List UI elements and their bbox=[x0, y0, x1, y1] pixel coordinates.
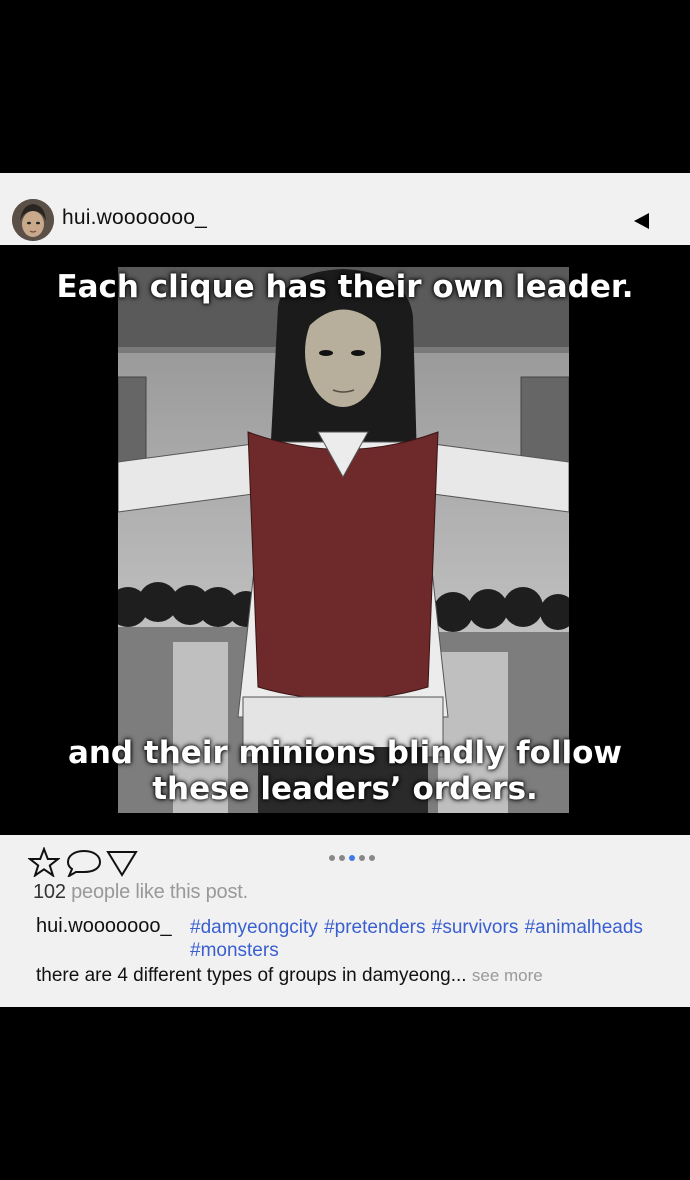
share-triangle-icon[interactable] bbox=[106, 847, 138, 877]
post-description: there are 4 different types of groups in… bbox=[36, 965, 543, 987]
see-more-link[interactable]: see more bbox=[472, 966, 543, 985]
carousel-indicator[interactable] bbox=[329, 855, 375, 861]
post-card: hui.wooooooo_ Each clique has their own … bbox=[0, 173, 690, 1007]
caption-bottom: and their minions blindly follow these l… bbox=[67, 735, 623, 807]
caption-top: Each clique has their own leader. bbox=[56, 269, 634, 305]
caption-username[interactable]: hui.wooooooo_ bbox=[36, 915, 172, 938]
back-arrow-icon[interactable] bbox=[630, 210, 652, 232]
carousel-dot[interactable] bbox=[359, 855, 365, 861]
comic-panel bbox=[118, 267, 569, 813]
avatar-face-icon bbox=[12, 199, 54, 241]
likes-count: 102 bbox=[33, 881, 66, 903]
carousel-dot[interactable] bbox=[339, 855, 345, 861]
likes-text: 102 people like this post. bbox=[33, 881, 248, 904]
likes-suffix: people like this post. bbox=[65, 881, 248, 903]
description-text: there are 4 different types of groups in… bbox=[36, 965, 472, 986]
avatar[interactable] bbox=[12, 199, 54, 241]
post-header: hui.wooooooo_ bbox=[0, 173, 690, 245]
post-image[interactable]: Each clique has their own leader. and th… bbox=[0, 245, 690, 835]
carousel-dot[interactable] bbox=[329, 855, 335, 861]
hashtags[interactable]: #damyeongcity #pretenders #survivors #an… bbox=[190, 916, 660, 962]
post-actions bbox=[0, 841, 690, 881]
star-icon[interactable] bbox=[27, 846, 61, 878]
comment-bubble-icon[interactable] bbox=[66, 847, 102, 879]
carousel-dot[interactable] bbox=[369, 855, 375, 861]
carousel-dot[interactable] bbox=[349, 855, 355, 861]
post-username[interactable]: hui.wooooooo_ bbox=[62, 206, 207, 230]
